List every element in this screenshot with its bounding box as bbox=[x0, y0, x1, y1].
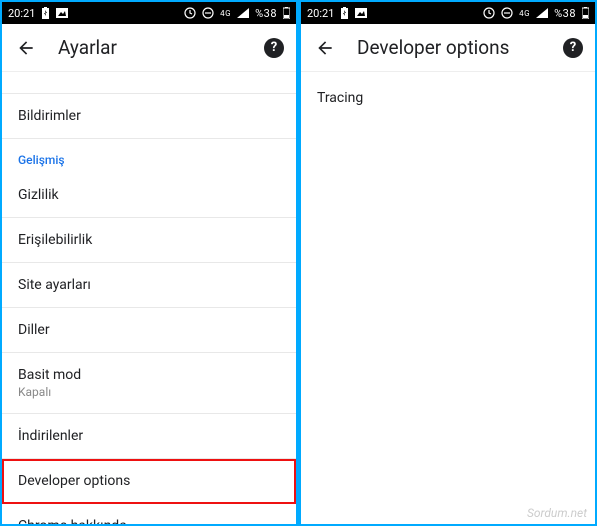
app-bar: Ayarlar ? bbox=[2, 24, 296, 72]
sync-icon bbox=[483, 7, 495, 19]
list-item-languages[interactable]: Diller bbox=[2, 308, 296, 353]
battery-charging-icon bbox=[340, 7, 349, 19]
list-item-label: Gizlilik bbox=[18, 187, 59, 203]
battery-charging-icon bbox=[41, 7, 50, 19]
status-time: 20:21 bbox=[307, 7, 334, 20]
help-button[interactable]: ? bbox=[563, 38, 583, 58]
list-item-accessibility[interactable]: Erişilebilirlik bbox=[2, 218, 296, 263]
help-button[interactable]: ? bbox=[264, 38, 284, 58]
list-item-sublabel: Kapalı bbox=[18, 385, 280, 399]
list-item-downloads[interactable]: İndirilenler bbox=[2, 414, 296, 459]
app-bar: Developer options ? bbox=[301, 24, 595, 72]
back-button[interactable] bbox=[313, 36, 337, 60]
section-header-advanced: Gelişmiş bbox=[2, 139, 296, 173]
list-item-site-settings[interactable]: Site ayarları bbox=[2, 263, 296, 308]
list-item-developer-options[interactable]: Developer options bbox=[2, 459, 296, 504]
list-item-label: Diller bbox=[18, 322, 50, 338]
list-item-tracing[interactable]: Tracing bbox=[301, 72, 595, 124]
list-item-label: Basit mod bbox=[18, 367, 81, 383]
status-bar: 20:21 4G %38 bbox=[2, 2, 296, 24]
list-item-about-chrome[interactable]: Chrome hakkında bbox=[2, 504, 296, 524]
status-bar: 20:21 4G %38 bbox=[301, 2, 595, 24]
signal-icon bbox=[536, 8, 548, 18]
list-item-label: Bildirimler bbox=[18, 108, 81, 124]
dev-options-list: Tracing bbox=[301, 72, 595, 524]
dnd-icon bbox=[202, 7, 214, 19]
battery-percent: %38 bbox=[554, 7, 576, 20]
phone-left: 20:21 4G %38 bbox=[2, 2, 296, 524]
list-item-label: Tracing bbox=[317, 90, 363, 106]
back-button[interactable] bbox=[14, 36, 38, 60]
list-item-basic-mode[interactable]: Basit mod Kapalı bbox=[2, 353, 296, 414]
battery-percent: %38 bbox=[255, 7, 277, 20]
sync-icon bbox=[184, 7, 196, 19]
list-item-privacy[interactable]: Gizlilik bbox=[2, 173, 296, 218]
page-title: Developer options bbox=[357, 36, 563, 59]
list-item-label: Chrome hakkında bbox=[18, 518, 127, 524]
list-item-notifications[interactable]: Bildirimler bbox=[2, 94, 296, 139]
image-icon bbox=[355, 8, 367, 18]
image-icon bbox=[56, 8, 68, 18]
list-item-label: Erişilebilirlik bbox=[18, 232, 92, 248]
battery-icon bbox=[283, 7, 290, 19]
page-title: Ayarlar bbox=[58, 36, 264, 59]
network-4g-icon: 4G bbox=[220, 9, 231, 18]
settings-list: Bildirimler Gelişmiş Gizlilik Erişilebil… bbox=[2, 72, 296, 524]
signal-icon bbox=[237, 8, 249, 18]
list-item-partial[interactable] bbox=[2, 72, 296, 94]
network-4g-icon: 4G bbox=[519, 9, 530, 18]
list-item-label: İndirilenler bbox=[18, 428, 83, 444]
watermark: Sordum.net bbox=[527, 506, 587, 520]
list-item-label: Developer options bbox=[18, 473, 130, 489]
battery-icon bbox=[582, 7, 589, 19]
dnd-icon bbox=[501, 7, 513, 19]
status-time: 20:21 bbox=[8, 7, 35, 20]
list-item-label: Site ayarları bbox=[18, 277, 91, 293]
phone-right: 20:21 4G %38 bbox=[301, 2, 595, 524]
